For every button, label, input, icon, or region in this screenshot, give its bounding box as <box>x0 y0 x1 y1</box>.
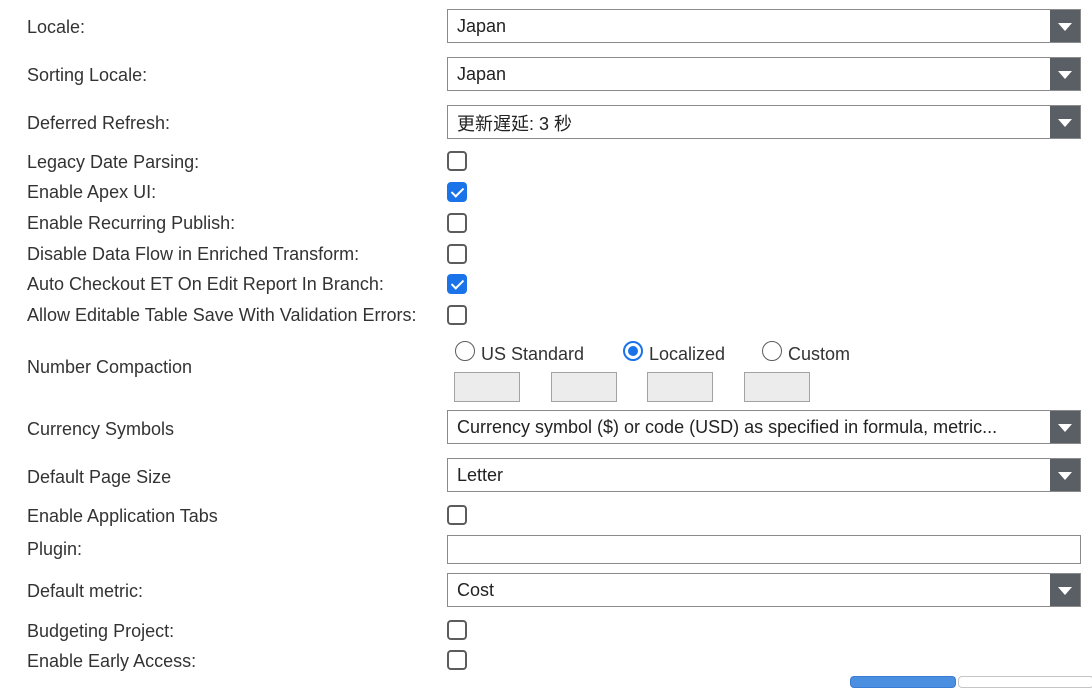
chevron-down-icon[interactable] <box>1050 459 1080 491</box>
plugin-label: Plugin: <box>27 539 83 559</box>
enable-apex-ui-checkbox[interactable] <box>447 182 467 202</box>
default-page-size-value: Letter <box>457 465 504 485</box>
custom-compaction-field-1[interactable] <box>454 372 520 402</box>
allow-editable-table-save-checkbox[interactable] <box>447 305 467 325</box>
auto-checkout-et-checkbox[interactable] <box>447 274 467 294</box>
deferred-refresh-select[interactable]: 更新遅延: 3 秒 <box>447 105 1081 139</box>
default-metric-value: Cost <box>457 580 495 600</box>
sorting-locale-value: Japan <box>457 64 507 84</box>
chevron-down-icon[interactable] <box>1050 58 1080 90</box>
custom-compaction-field-3[interactable] <box>647 372 713 402</box>
chevron-down-icon[interactable] <box>1050 411 1080 443</box>
enable-early-access-checkbox[interactable] <box>447 650 467 670</box>
deferred-refresh-label: Deferred Refresh: <box>27 113 171 133</box>
enable-recurring-publish-label: Enable Recurring Publish: <box>27 213 236 233</box>
chevron-down-icon[interactable] <box>1050 10 1080 42</box>
deferred-refresh-value: 更新遅延: 3 秒 <box>457 114 573 134</box>
locale-select[interactable]: Japan <box>447 9 1081 43</box>
chevron-down-icon[interactable] <box>1050 574 1080 606</box>
default-page-size-select[interactable]: Letter <box>447 458 1081 492</box>
allow-editable-table-save-label: Allow Editable Table Save With Validatio… <box>27 305 417 325</box>
custom-compaction-field-2[interactable] <box>551 372 617 402</box>
currency-symbols-value: Currency symbol ($) or code (USD) as spe… <box>457 417 998 437</box>
radio-custom-label[interactable]: Custom <box>788 344 850 364</box>
enable-apex-ui-label: Enable Apex UI: <box>27 182 157 202</box>
currency-symbols-label: Currency Symbols <box>27 419 175 439</box>
custom-compaction-field-4[interactable] <box>744 372 810 402</box>
legacy-date-parsing-checkbox[interactable] <box>447 151 467 171</box>
radio-us-standard-label[interactable]: US Standard <box>481 344 584 364</box>
auto-checkout-et-label: Auto Checkout ET On Edit Report In Branc… <box>27 274 384 294</box>
sorting-locale-label: Sorting Locale: <box>27 65 148 85</box>
budgeting-project-label: Budgeting Project: <box>27 621 175 641</box>
radio-custom[interactable] <box>762 341 782 361</box>
chevron-down-icon[interactable] <box>1050 106 1080 138</box>
cancel-button[interactable] <box>958 676 1092 688</box>
save-button[interactable] <box>850 676 956 688</box>
enable-application-tabs-label: Enable Application Tabs <box>27 506 218 526</box>
budgeting-project-checkbox[interactable] <box>447 620 467 640</box>
enable-application-tabs-checkbox[interactable] <box>447 505 467 525</box>
locale-label: Locale: <box>27 17 86 37</box>
disable-data-flow-label: Disable Data Flow in Enriched Transform: <box>27 244 360 264</box>
radio-localized[interactable] <box>623 341 643 361</box>
default-metric-select[interactable]: Cost <box>447 573 1081 607</box>
sorting-locale-select[interactable]: Japan <box>447 57 1081 91</box>
currency-symbols-select[interactable]: Currency symbol ($) or code (USD) as spe… <box>447 410 1081 444</box>
enable-early-access-label: Enable Early Access: <box>27 651 197 671</box>
plugin-input[interactable] <box>447 535 1081 564</box>
enable-recurring-publish-checkbox[interactable] <box>447 213 467 233</box>
locale-value: Japan <box>457 16 507 36</box>
default-page-size-label: Default Page Size <box>27 467 172 487</box>
legacy-date-parsing-label: Legacy Date Parsing: <box>27 152 200 172</box>
number-compaction-label: Number Compaction <box>27 357 193 377</box>
radio-us-standard[interactable] <box>455 341 475 361</box>
radio-localized-label[interactable]: Localized <box>649 344 725 364</box>
disable-data-flow-checkbox[interactable] <box>447 244 467 264</box>
default-metric-label: Default metric: <box>27 581 144 601</box>
